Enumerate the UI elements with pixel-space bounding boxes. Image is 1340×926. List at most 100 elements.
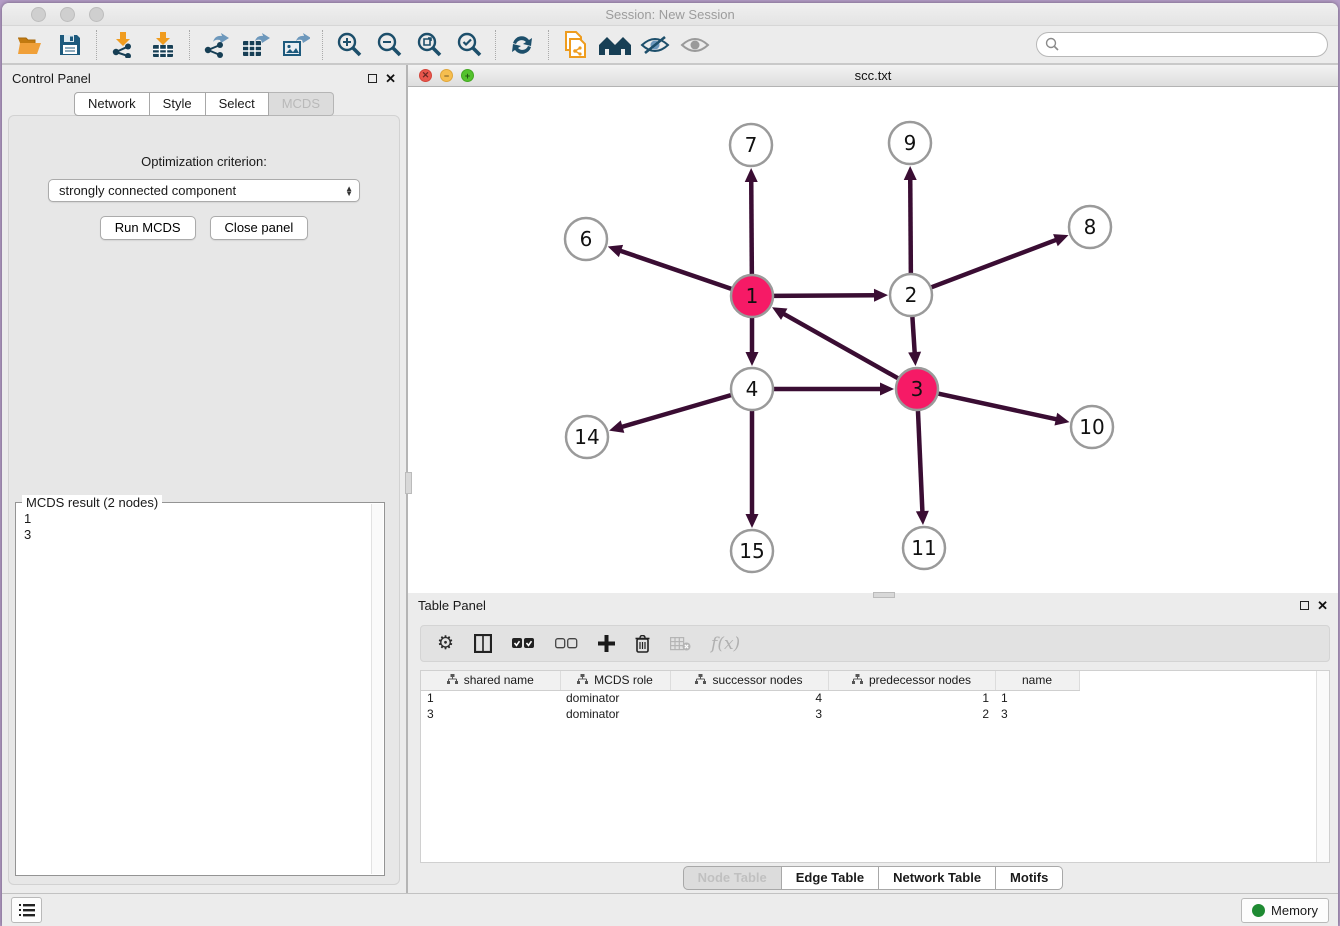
create-column-plus-icon[interactable] (598, 635, 615, 652)
tab-edge-table[interactable]: Edge Table (782, 866, 879, 890)
column-label: predecessor nodes (869, 673, 971, 687)
node-label-4: 4 (746, 377, 759, 401)
new-network-from-selection-icon[interactable] (555, 29, 595, 61)
cell-name: 3 (995, 706, 1079, 722)
optimization-criterion-label: Optimization criterion: (9, 154, 399, 169)
zoom-out-icon[interactable] (369, 29, 409, 61)
close-panel-button[interactable]: Close panel (210, 216, 309, 240)
close-panel-icon[interactable]: ✕ (385, 74, 396, 83)
float-panel-icon[interactable] (368, 74, 377, 83)
horizontal-splitter-grip[interactable] (873, 592, 895, 598)
zoom-in-icon[interactable] (329, 29, 369, 61)
tab-node-table[interactable]: Node Table (683, 866, 782, 890)
edge-3-11[interactable] (918, 410, 923, 513)
hierarchy-icon (695, 673, 706, 687)
show-columns-icon[interactable] (474, 634, 492, 653)
tab-select[interactable]: Select (206, 92, 269, 116)
frame-close-button[interactable]: ✕ (419, 69, 432, 82)
network-canvas[interactable]: 7968124314101511 (408, 87, 1338, 593)
arrowhead-1-7 (745, 168, 758, 182)
save-session-icon[interactable] (50, 29, 90, 61)
first-neighbors-icon[interactable] (595, 29, 635, 61)
zoom-selected-icon[interactable] (449, 29, 489, 61)
cell-shared-name: 1 (421, 690, 560, 706)
arrowhead-2-3 (908, 352, 921, 366)
column-header-name[interactable]: name (995, 671, 1079, 690)
run-mcds-button[interactable]: Run MCDS (100, 216, 196, 240)
show-all-eye-icon[interactable] (675, 29, 715, 61)
optimization-criterion-value: strongly connected component (59, 183, 236, 198)
edge-2-9[interactable] (910, 178, 911, 274)
edge-4-14[interactable] (621, 395, 732, 427)
column-header-predecessor-nodes[interactable]: predecessor nodes (828, 671, 995, 690)
toolbar-separator (548, 30, 549, 60)
export-network-icon[interactable] (196, 29, 236, 61)
edge-1-6[interactable] (619, 250, 732, 289)
memory-button[interactable]: Memory (1241, 898, 1329, 923)
select-all-columns-icon[interactable] (512, 638, 535, 649)
node-label-3: 3 (911, 377, 924, 401)
mcds-result-box: MCDS result (2 nodes) 13 (15, 502, 385, 876)
delete-column-trash-icon[interactable] (635, 635, 650, 653)
frame-maximize-button[interactable]: + (461, 69, 474, 82)
vertical-splitter-grip[interactable] (405, 472, 412, 494)
result-line: 1 (24, 511, 380, 527)
status-bar: Memory (2, 893, 1338, 926)
result-scrollbar[interactable] (371, 504, 383, 874)
column-label: MCDS role (594, 673, 653, 687)
column-header-successor-nodes[interactable]: successor nodes (670, 671, 828, 690)
table-row[interactable]: 3dominator323 (421, 706, 1079, 722)
node-label-8: 8 (1084, 215, 1097, 239)
node-label-1: 1 (746, 284, 759, 308)
close-table-panel-icon[interactable]: ✕ (1317, 601, 1328, 610)
search-icon (1045, 37, 1059, 54)
frame-minimize-button[interactable]: − (440, 69, 453, 82)
export-image-icon[interactable] (276, 29, 316, 61)
cell-MCDS-role: dominator (560, 690, 670, 706)
memory-label: Memory (1271, 903, 1318, 918)
open-file-icon[interactable] (10, 29, 50, 61)
edge-1-2[interactable] (773, 295, 876, 296)
arrowhead-2-8 (1053, 234, 1068, 246)
edge-3-1[interactable] (782, 313, 898, 379)
tab-mcds[interactable]: MCDS (269, 92, 334, 116)
zoom-fit-icon[interactable] (409, 29, 449, 61)
node-label-6: 6 (580, 227, 593, 251)
search-input[interactable] (1036, 32, 1328, 57)
column-label: successor nodes (712, 673, 802, 687)
tab-style[interactable]: Style (150, 92, 206, 116)
unselect-all-columns-icon[interactable] (555, 638, 578, 649)
control-panel-tabs: NetworkStyleSelectMCDS (2, 92, 406, 116)
table-options-gear-icon[interactable]: ⚙ (437, 632, 454, 655)
application-window: Session: New Session (2, 3, 1338, 926)
task-history-button[interactable] (11, 897, 42, 923)
tab-network[interactable]: Network (74, 92, 150, 116)
network-graph: 7968124314101511 (408, 87, 1338, 590)
function-builder-fx-icon: f(x) (711, 634, 740, 654)
edge-2-3[interactable] (912, 316, 914, 354)
column-header-shared-name[interactable]: shared name (421, 671, 560, 690)
node-label-11: 11 (911, 536, 936, 560)
float-table-panel-icon[interactable] (1300, 601, 1309, 610)
refresh-icon[interactable] (502, 29, 542, 61)
table-row[interactable]: 1dominator411 (421, 690, 1079, 706)
column-label: shared name (464, 673, 534, 687)
import-network-icon[interactable] (103, 29, 143, 61)
arrowhead-4-14 (609, 420, 624, 432)
network-frame-titlebar: ✕ − + scc.txt (408, 65, 1338, 87)
column-label: name (1022, 673, 1052, 687)
tab-network-table[interactable]: Network Table (879, 866, 996, 890)
table-scrollbar[interactable] (1316, 671, 1329, 862)
arrowhead-4-3 (880, 383, 894, 396)
optimization-criterion-select[interactable]: strongly connected component ▲▼ (48, 179, 360, 202)
import-table-icon[interactable] (143, 29, 183, 61)
edge-2-8[interactable] (931, 239, 1058, 287)
hide-selected-eye-icon[interactable] (635, 29, 675, 61)
column-header-MCDS-role[interactable]: MCDS role (560, 671, 670, 690)
main-toolbar (2, 26, 1338, 65)
hierarchy-icon (447, 673, 458, 687)
export-table-icon[interactable] (236, 29, 276, 61)
edge-1-7[interactable] (751, 180, 752, 275)
edge-3-10[interactable] (938, 393, 1058, 419)
tab-motifs[interactable]: Motifs (996, 866, 1063, 890)
